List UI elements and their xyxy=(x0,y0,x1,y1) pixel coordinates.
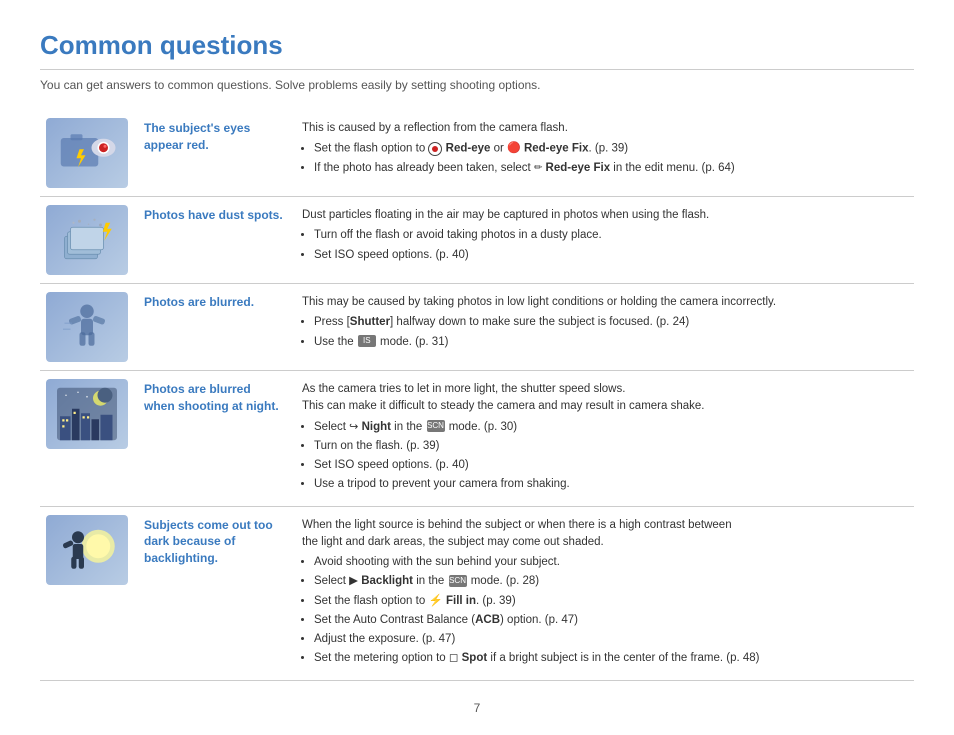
list-item: Adjust the exposure. (p. 47) xyxy=(314,631,906,648)
icon-cell-night xyxy=(40,371,134,507)
solution-bullets-night: Select ↪ Night in the SCN mode. (p. 30) … xyxy=(314,419,906,494)
list-item: Set the flash option to ⚡ Fill in. (p. 3… xyxy=(314,593,906,610)
list-item: Avoid shooting with the sun behind your … xyxy=(314,554,906,571)
icon-cell-red-eye xyxy=(40,110,134,197)
mode-icon-scene2: SCN xyxy=(449,575,467,587)
icon-cell-blurred xyxy=(40,284,134,371)
icon-cell-dust xyxy=(40,197,134,284)
list-item: Press [Shutter] halfway down to make sur… xyxy=(314,314,906,331)
solution-cell-blurred: This may be caused by taking photos in l… xyxy=(294,284,914,371)
table-row: The subject's eyes appear red. This is c… xyxy=(40,110,914,197)
fillin-symbol: ⚡ xyxy=(428,595,442,607)
problem-cell-backlight: Subjects come out too dark because of ba… xyxy=(134,506,294,680)
solution-intro-dust: Dust particles floating in the air may b… xyxy=(302,207,906,224)
image-dust xyxy=(46,205,128,275)
list-item: Set the flash option to Red-eye or 🔴 Red… xyxy=(314,140,906,158)
spot-symbol: ◻ xyxy=(449,652,459,664)
solution-cell-night: As the camera tries to let in more light… xyxy=(294,371,914,507)
list-item: Select ↪ Night in the SCN mode. (p. 30) xyxy=(314,419,906,436)
redeye-icon xyxy=(428,142,442,156)
problem-title-dust: Photos have dust spots. xyxy=(144,207,284,224)
solution-bullets-dust: Turn off the flash or avoid taking photo… xyxy=(314,227,906,264)
table-row: Photos have dust spots. Dust particles f… xyxy=(40,197,914,284)
problem-cell-night: Photos are blurred when shooting at nigh… xyxy=(134,371,294,507)
solution-cell-red-eye: This is caused by a reflection from the … xyxy=(294,110,914,197)
table-row: Subjects come out too dark because of ba… xyxy=(40,506,914,680)
problem-cell-red-eye: The subject's eyes appear red. xyxy=(134,110,294,197)
problem-cell-blurred: Photos are blurred. xyxy=(134,284,294,371)
list-item: Turn off the flash or avoid taking photo… xyxy=(314,227,906,244)
page-number: 7 xyxy=(40,701,914,715)
problem-cell-dust: Photos have dust spots. xyxy=(134,197,294,284)
image-blurred xyxy=(46,292,128,362)
night-mode-symbol: ↪ xyxy=(349,421,358,433)
list-item: Use the IS mode. (p. 31) xyxy=(314,334,906,351)
solution-intro-blurred: This may be caused by taking photos in l… xyxy=(302,294,906,311)
image-red-eye xyxy=(46,118,128,188)
list-item: Set ISO speed options. (p. 40) xyxy=(314,457,906,474)
list-item: Set ISO speed options. (p. 40) xyxy=(314,247,906,264)
icon-cell-backlight xyxy=(40,506,134,680)
mode-icon-is: IS xyxy=(358,335,376,347)
list-item: Select ▶ Backlight in the SCN mode. (p. … xyxy=(314,573,906,590)
mode-icon-scene: SCN xyxy=(427,420,445,432)
solution-bullets-backlight: Avoid shooting with the sun behind your … xyxy=(314,554,906,668)
list-item: Set the metering option to ◻ Spot if a b… xyxy=(314,650,906,667)
edit-icon: ✏ xyxy=(534,162,542,173)
redeye-fix-icon: 🔴 xyxy=(507,142,521,154)
solution-intro-red-eye: This is caused by a reflection from the … xyxy=(302,120,906,137)
solution-intro-night: As the camera tries to let in more light… xyxy=(302,381,906,416)
image-night xyxy=(46,379,128,449)
solution-bullets-blurred: Press [Shutter] halfway down to make sur… xyxy=(314,314,906,351)
problem-title-blurred: Photos are blurred. xyxy=(144,294,284,311)
solution-intro-backlight: When the light source is behind the subj… xyxy=(302,517,906,552)
solution-bullets-red-eye: Set the flash option to Red-eye or 🔴 Red… xyxy=(314,140,906,177)
list-item: If the photo has already been taken, sel… xyxy=(314,160,906,177)
solution-cell-dust: Dust particles floating in the air may b… xyxy=(294,197,914,284)
page-title: Common questions xyxy=(40,30,914,70)
problem-title-night: Photos are blurred when shooting at nigh… xyxy=(144,381,284,415)
image-backlight xyxy=(46,515,128,585)
backlight-symbol: ▶ xyxy=(349,575,358,587)
list-item: Use a tripod to prevent your camera from… xyxy=(314,476,906,493)
solution-cell-backlight: When the light source is behind the subj… xyxy=(294,506,914,680)
table-row: Photos are blurred when shooting at nigh… xyxy=(40,371,914,507)
problem-title-backlight: Subjects come out too dark because of ba… xyxy=(144,517,284,567)
problem-title-red-eye: The subject's eyes appear red. xyxy=(144,120,284,154)
faq-table: The subject's eyes appear red. This is c… xyxy=(40,110,914,681)
page-subtitle: You can get answers to common questions.… xyxy=(40,78,914,92)
table-row: Photos are blurred. This may be caused b… xyxy=(40,284,914,371)
list-item: Turn on the flash. (p. 39) xyxy=(314,438,906,455)
list-item: Set the Auto Contrast Balance (ACB) opti… xyxy=(314,612,906,629)
